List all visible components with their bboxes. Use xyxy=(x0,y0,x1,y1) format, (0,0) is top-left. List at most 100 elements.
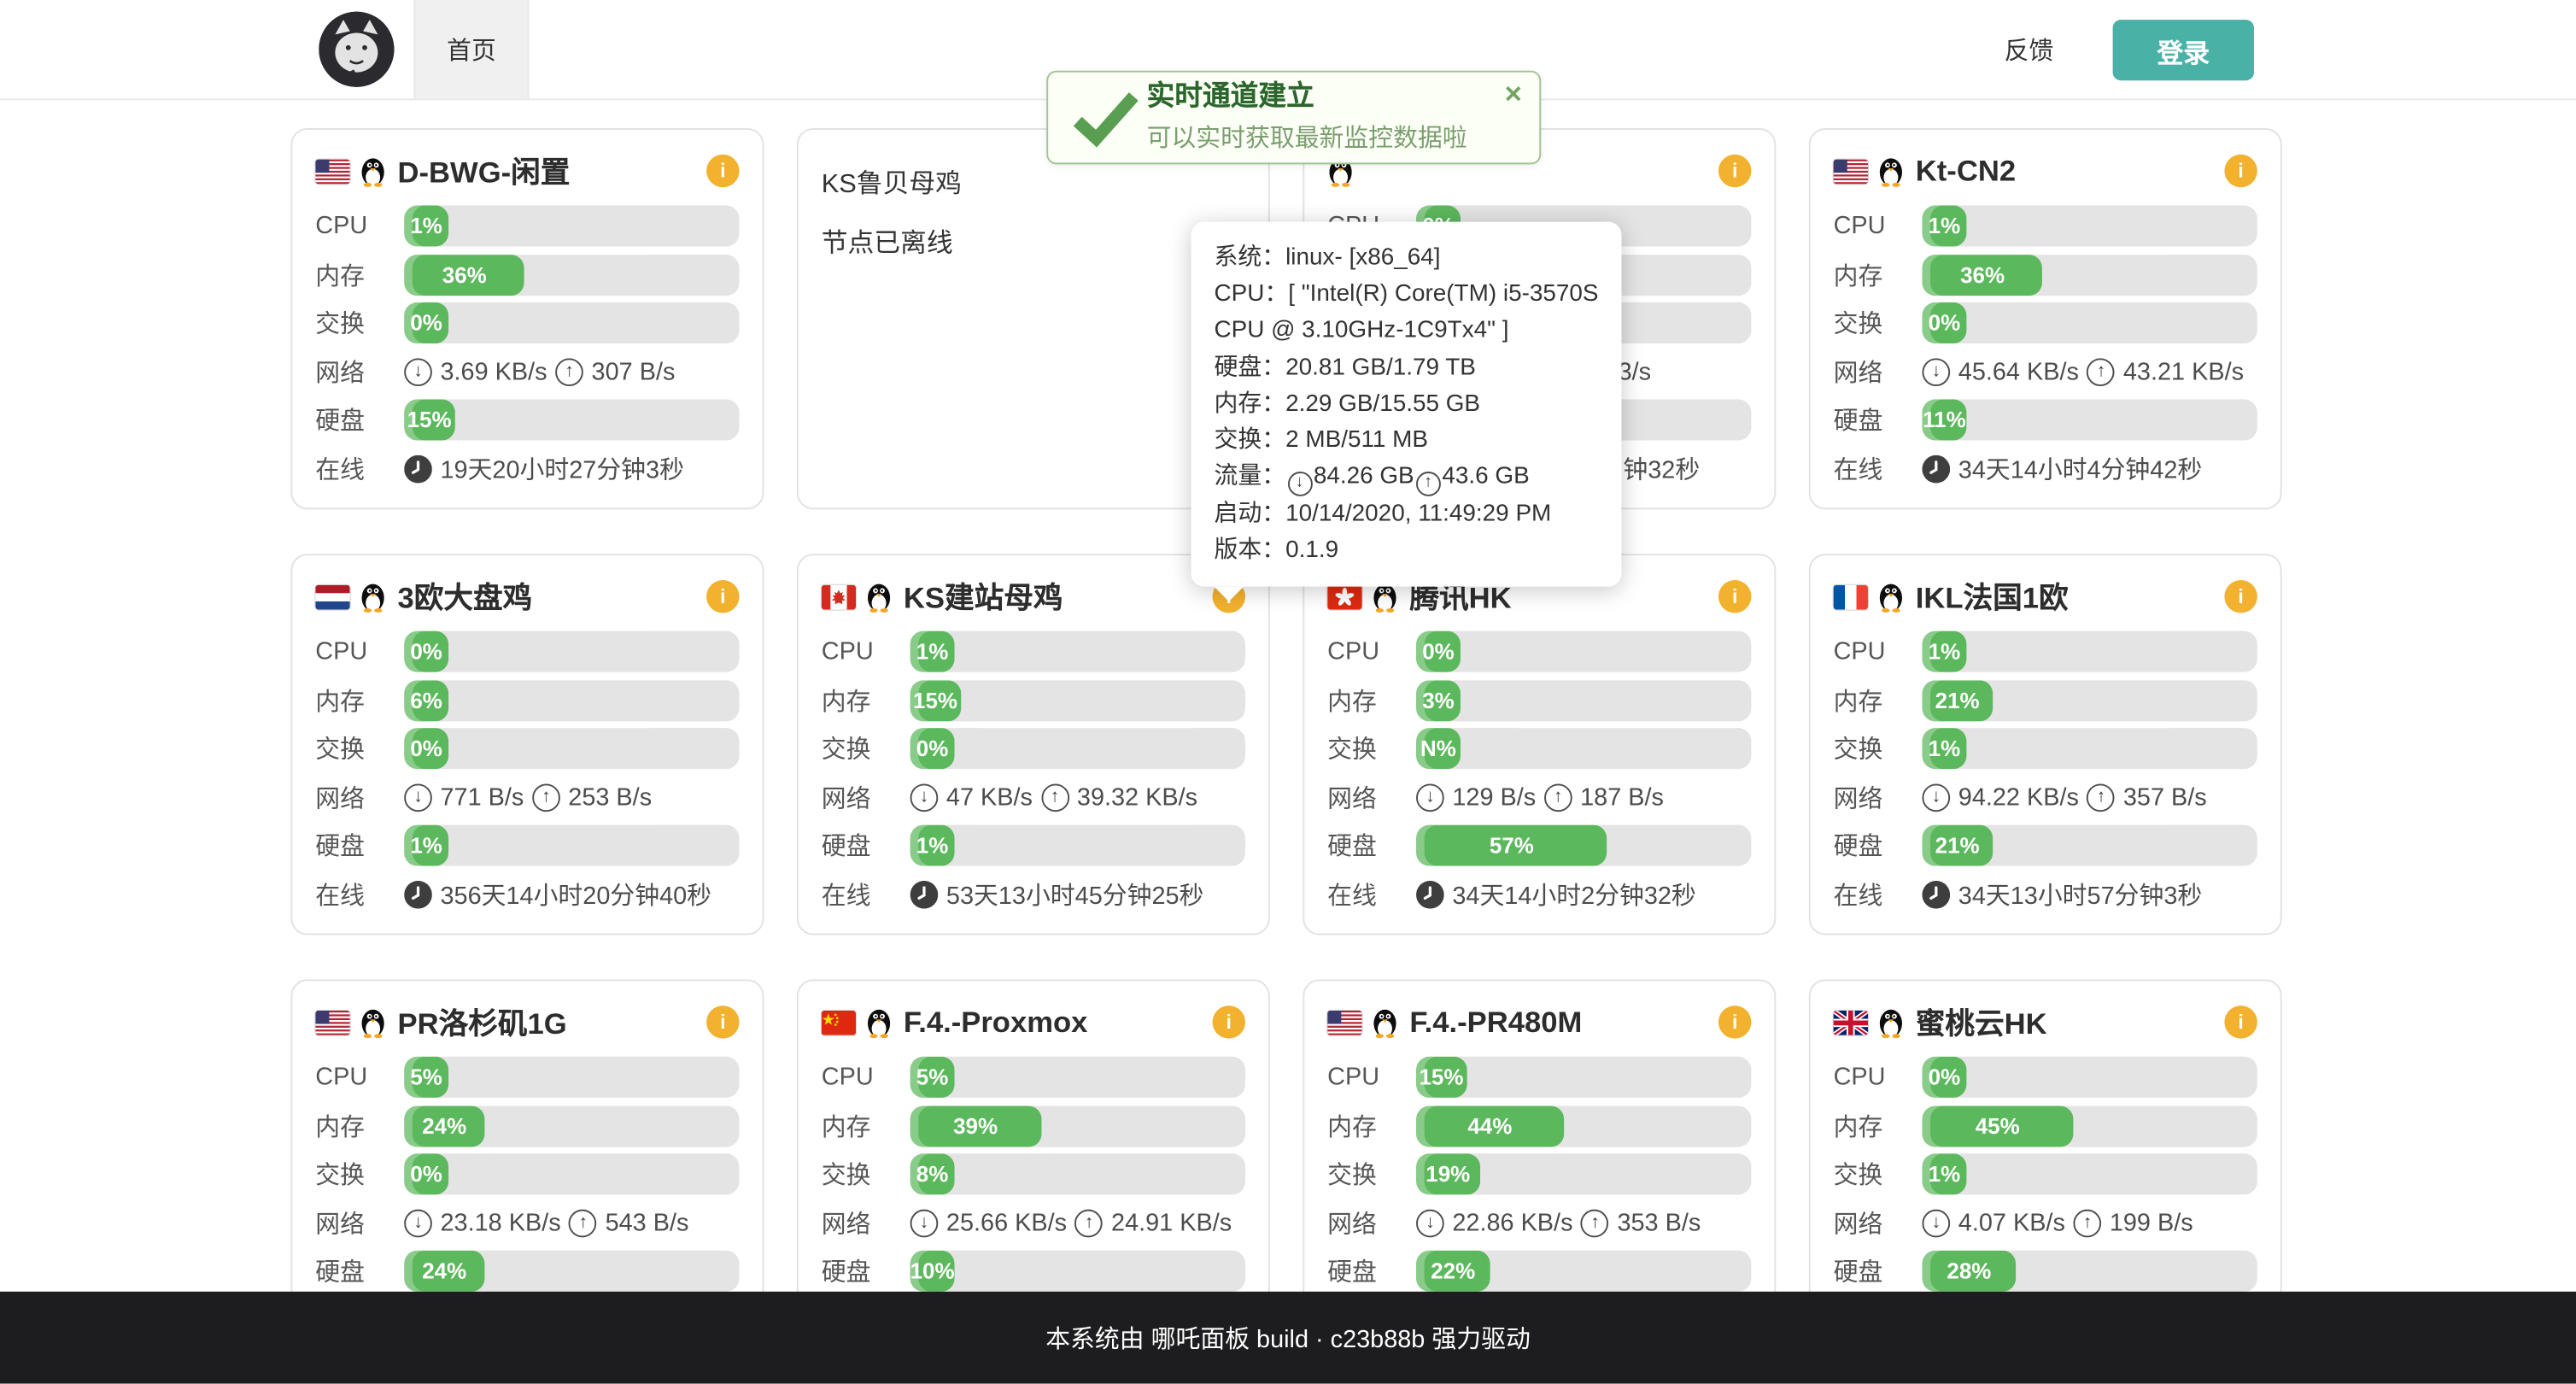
usage-percent-label: 0% xyxy=(410,1162,442,1187)
metric-row: 在线 34天13小时57分钟3秒 xyxy=(1834,870,2257,918)
upload-arrow-icon: ↑ xyxy=(1416,472,1441,496)
tooltip-label: 启动： xyxy=(1214,501,1285,527)
server-card: Kt-CN2 i CPU1%内存36%交换0%网络 ↓45.64 KB/s↑43… xyxy=(1809,128,2282,509)
tooltip-row: 启动：10/14/2020, 11:49:29 PM xyxy=(1214,496,1598,533)
tooltip-value: 20.81 GB/1.79 TB xyxy=(1285,355,1476,381)
net-up-value: 187 B/s xyxy=(1580,783,1664,812)
metric-label: 内存 xyxy=(315,1109,404,1143)
feedback-link[interactable]: 反馈 xyxy=(2005,0,2054,98)
tooltip-row: CPU：[ "Intel(R) Core(TM) i5-3570S CPU @ … xyxy=(1214,277,1598,349)
usage-bar-track: 0% xyxy=(1416,631,1751,672)
upload-arrow-icon: ↑ xyxy=(532,783,560,812)
metric-label: 硬盘 xyxy=(1834,403,1923,437)
net-down-value: 23.18 KB/s xyxy=(440,1209,560,1237)
metric-label: CPU xyxy=(1834,1064,1923,1092)
metric-label: CPU xyxy=(822,638,910,666)
metric-label: 硬盘 xyxy=(1327,1254,1416,1288)
flag-nl-icon xyxy=(315,584,349,609)
info-icon[interactable]: i xyxy=(2224,155,2257,187)
usage-percent-label: 45% xyxy=(1976,1114,2020,1139)
info-icon[interactable]: i xyxy=(706,155,739,187)
usage-bar-fill: 28% xyxy=(1922,1251,2016,1292)
usage-percent-label: 5% xyxy=(916,1065,949,1090)
download-arrow-icon: ↓ xyxy=(910,783,939,812)
server-card: IKL法国1欧 i CPU1%内存21%交换1%网络 ↓94.22 KB/s↑3… xyxy=(1809,554,2282,935)
server-name: PR洛杉矶1G xyxy=(397,1000,566,1043)
linux-tux-icon xyxy=(1878,1006,1905,1038)
usage-percent-label: 11% xyxy=(1923,408,1966,433)
usage-bar-track: 24% xyxy=(404,1105,739,1146)
usage-bar-fill: 3% xyxy=(1416,680,1461,721)
uptime-text: 34天14小时4分钟42秒 xyxy=(1958,451,2202,485)
page: 首页 反馈 登录 D-BWG-闲置 i CPU1%内存36%交换0%网络 ↓3.… xyxy=(0,0,2576,1384)
metric-row: 在线 34天14小时4分钟42秒 xyxy=(1834,444,2257,493)
toast-close-icon[interactable]: ✕ xyxy=(1503,82,1523,105)
usage-percent-label: 19% xyxy=(1426,1162,1470,1187)
usage-bar-fill: 1% xyxy=(1922,729,1966,770)
footer-panel-link[interactable]: 哪吒面板 build · c23b88b xyxy=(1151,1325,1426,1353)
metric-label: 交换 xyxy=(1327,1158,1416,1192)
metric-label: 硬盘 xyxy=(315,403,404,437)
metric-row: 网络 ↓23.18 KB/s↑543 B/s xyxy=(315,1199,739,1247)
info-icon[interactable]: i xyxy=(2224,1006,2257,1038)
usage-bar-track: 36% xyxy=(404,255,739,296)
flag-fr-icon xyxy=(1834,584,1868,609)
info-icon[interactable]: i xyxy=(706,580,739,613)
info-icon[interactable]: i xyxy=(1213,1006,1245,1038)
usage-percent-label: 8% xyxy=(916,1162,949,1187)
linux-tux-icon xyxy=(360,155,386,187)
server-name: Kt-CN2 xyxy=(1916,154,2016,188)
usage-bar-fill: 0% xyxy=(910,729,955,770)
usage-percent-label: 15% xyxy=(913,688,957,713)
usage-percent-label: 0% xyxy=(410,736,442,761)
site-logo[interactable] xyxy=(319,11,394,86)
metric-row: 硬盘28% xyxy=(1834,1247,2257,1296)
info-icon[interactable]: i xyxy=(1718,1006,1751,1038)
usage-bar-track: 39% xyxy=(910,1105,1245,1146)
info-icon[interactable]: i xyxy=(706,1006,739,1038)
usage-bar-track: 24% xyxy=(404,1251,739,1292)
metric-row: 内存45% xyxy=(1834,1102,2257,1151)
metric-row: 硬盘 22% xyxy=(1327,1247,1751,1296)
usage-bar-fill: 15% xyxy=(910,680,961,721)
usage-percent-label: 1% xyxy=(916,834,949,859)
usage-bar-track: 57% xyxy=(1416,825,1751,866)
clock-icon xyxy=(1922,454,1950,483)
net-down-value: 25.66 KB/s xyxy=(946,1209,1067,1237)
metric-row: 交换1% xyxy=(1834,1150,2257,1199)
usage-bar-fill: 19% xyxy=(1416,1154,1480,1195)
usage-percent-label: 1% xyxy=(1929,736,1961,761)
usage-bar-fill: 1% xyxy=(910,631,955,672)
metric-label: 交换 xyxy=(315,1158,404,1192)
network-values: ↓3.69 KB/s↑307 B/s xyxy=(404,358,675,386)
info-icon[interactable]: i xyxy=(1718,155,1751,187)
usage-bar-fill: 6% xyxy=(404,680,448,721)
network-values: ↓22.86 KB/s↑353 B/s xyxy=(1416,1209,1701,1237)
download-arrow-icon: ↓ xyxy=(1922,1209,1950,1237)
tab-home[interactable]: 首页 xyxy=(414,0,530,98)
usage-percent-label: 57% xyxy=(1490,834,1534,859)
metric-row: 内存36% xyxy=(315,250,739,299)
usage-bar-fill: 15% xyxy=(404,400,454,441)
metric-row: 在线 19天20小时27分钟3秒 xyxy=(315,444,739,493)
info-icon[interactable]: i xyxy=(2224,580,2257,613)
usage-bar-fill: 22% xyxy=(1416,1251,1490,1292)
usage-bar-track: 21% xyxy=(1922,825,2257,866)
country-flag-icon xyxy=(315,584,349,609)
usage-bar-fill: 5% xyxy=(910,1057,955,1098)
metric-label: CPU xyxy=(315,638,404,666)
net-up-value: 353 B/s xyxy=(1617,1209,1701,1237)
metric-label: 内存 xyxy=(315,683,404,718)
metric-row: 硬盘1% xyxy=(315,822,739,871)
usage-percent-label: 22% xyxy=(1431,1259,1475,1284)
usage-percent-label: 24% xyxy=(422,1114,466,1139)
usage-percent-label: 36% xyxy=(442,262,487,287)
net-down-value: 22.86 KB/s xyxy=(1452,1209,1572,1237)
server-card: KS建站母鸡 i CPU1%内存15%交换0%网络 ↓47 KB/s↑39.32… xyxy=(797,554,1270,935)
uptime-text: 34天13小时57分钟3秒 xyxy=(1958,877,2202,912)
clock-icon xyxy=(1416,880,1444,908)
usage-bar-track: 44% xyxy=(1416,1105,1751,1146)
login-button[interactable]: 登录 xyxy=(2113,20,2254,80)
server-info-tooltip: 系统：linux- [x86_64]CPU：[ "Intel(R) Core(T… xyxy=(1191,222,1622,587)
info-icon[interactable]: i xyxy=(1718,580,1751,613)
